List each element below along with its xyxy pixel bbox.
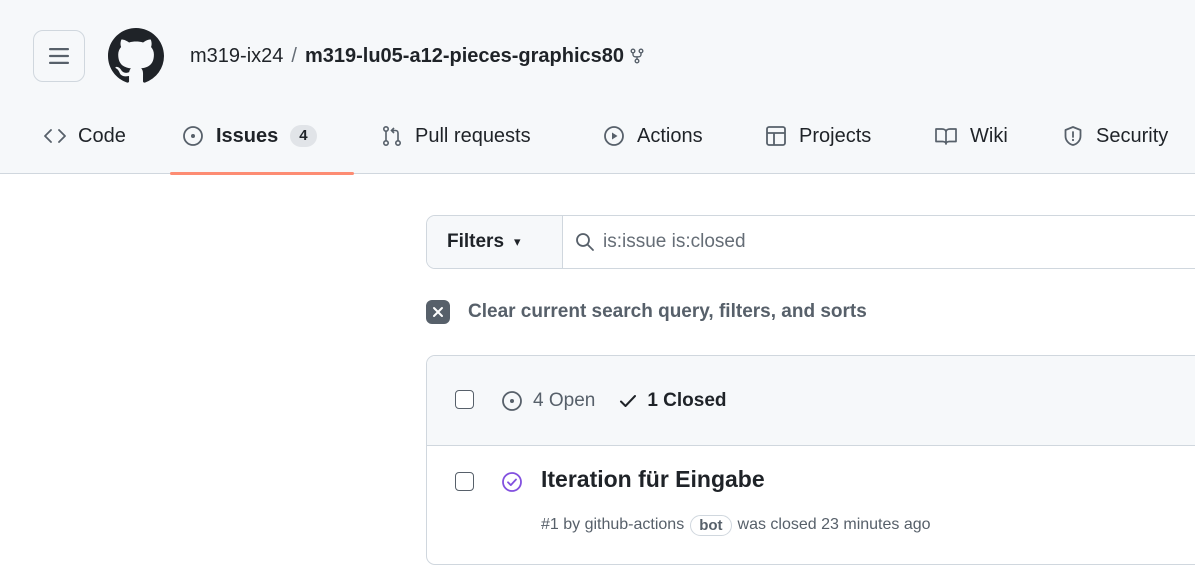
table-icon — [766, 126, 786, 146]
clear-filters-label: Clear current search query, filters, and… — [468, 301, 867, 322]
tab-issues[interactable]: Issues 4 — [182, 112, 317, 160]
fork-icon — [630, 45, 644, 71]
hamburger-menu-button[interactable] — [33, 30, 85, 82]
closed-issues-filter[interactable]: 1 Closed — [647, 390, 726, 412]
tab-security-label: Security — [1096, 124, 1169, 147]
bot-badge: bot — [690, 514, 732, 536]
tab-actions[interactable]: Actions — [603, 112, 703, 160]
issue-list-item: Iteration für Eingabe #1 by github-actio… — [427, 446, 1195, 564]
shield-icon — [1064, 126, 1082, 146]
active-tab-underline — [170, 172, 354, 175]
breadcrumb-repo-link[interactable]: m319-lu05-a12-pieces-graphics80 — [305, 45, 624, 67]
git-pull-request-icon — [382, 125, 402, 147]
tab-actions-label: Actions — [637, 124, 703, 147]
select-all-checkbox[interactable] — [455, 390, 474, 409]
breadcrumb: m319-ix24 / m319-lu05-a12-pieces-graphics8… — [190, 43, 644, 71]
issue-opened-icon — [502, 391, 522, 411]
issue-title-link[interactable]: Iteration für Eingabe — [541, 466, 765, 493]
issue-search-input[interactable] — [603, 216, 1195, 268]
tab-wiki-label: Wiki — [970, 124, 1008, 147]
tab-pull-requests-label: Pull requests — [415, 124, 531, 147]
tab-issues-label: Issues — [216, 124, 279, 147]
search-icon — [576, 233, 594, 251]
tab-security[interactable]: Security — [1062, 112, 1168, 160]
open-issues-filter[interactable]: 4 Open — [533, 390, 595, 412]
tab-pull-requests[interactable]: Pull requests — [381, 112, 531, 160]
issue-checkbox[interactable] — [455, 472, 474, 491]
caret-down-icon: ▾ — [514, 234, 521, 249]
issues-list-header: 4 Open 1 Closed — [427, 356, 1195, 446]
issues-count-badge: 4 — [290, 125, 317, 147]
hamburger-icon — [49, 48, 69, 64]
issue-state-toggle: 4 Open 1 Closed — [501, 388, 727, 414]
issue-meta: #1 by github-actions bot was closed 23 m… — [541, 512, 931, 538]
issue-closed-icon — [502, 472, 522, 492]
tab-wiki[interactable]: Wiki — [934, 112, 1008, 160]
issue-opened-icon — [183, 126, 203, 146]
tab-code[interactable]: Code — [44, 112, 126, 160]
play-icon — [604, 126, 624, 146]
filters-button-label: Filters — [447, 231, 505, 252]
github-logo-icon[interactable] — [108, 28, 164, 84]
issues-list: 4 Open 1 Closed Iteration für Eingabe #1… — [426, 355, 1195, 565]
top-bar: m319-ix24 / m319-lu05-a12-pieces-graphics8… — [0, 28, 1195, 90]
tab-projects[interactable]: Projects — [765, 112, 871, 160]
tab-projects-label: Projects — [799, 124, 872, 147]
clear-filters-link[interactable]: Clear current search query, filters, and… — [426, 297, 867, 327]
code-icon — [44, 129, 66, 143]
issue-meta-prefix[interactable]: #1 by github-actions — [541, 516, 684, 534]
check-icon — [620, 395, 637, 407]
tab-code-label: Code — [78, 124, 126, 147]
book-icon — [935, 128, 957, 145]
breadcrumb-owner-link[interactable]: m319-ix24 — [190, 45, 283, 67]
filters-dropdown-button[interactable]: Filters ▾ — [427, 216, 563, 268]
issue-meta-suffix: was closed 23 minutes ago — [737, 516, 931, 533]
issue-filter-bar: Filters ▾ — [426, 215, 1195, 269]
repo-nav-tabs: Code Issues 4 Pull requests Actions Proj… — [0, 112, 1195, 174]
close-icon — [426, 300, 450, 324]
repo-header: m319-ix24 / m319-lu05-a12-pieces-graphics8… — [0, 0, 1195, 175]
breadcrumb-separator: / — [291, 45, 297, 67]
